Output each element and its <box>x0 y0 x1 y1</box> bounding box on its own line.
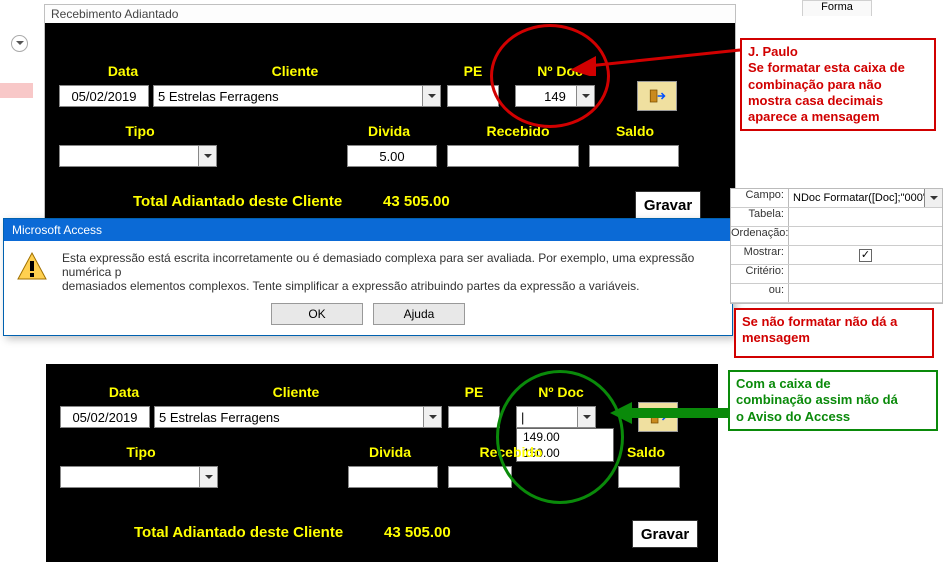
pe-field[interactable] <box>448 406 500 428</box>
data-field[interactable]: 05/02/2019 <box>60 406 150 428</box>
label-pe: PE <box>454 384 494 400</box>
chevron-down-icon[interactable] <box>422 86 440 106</box>
qlabel-ordenacao: Ordenação: <box>731 227 789 245</box>
qlabel-mostrar: Mostrar: <box>731 246 789 264</box>
saldo-field[interactable] <box>618 466 680 488</box>
saldo-field[interactable] <box>589 145 679 167</box>
qlabel-criterio: Critério: <box>731 265 789 283</box>
chevron-down-icon[interactable] <box>924 189 942 207</box>
cliente-value: 5 Estrelas Ferragens <box>158 89 279 104</box>
gravar-button[interactable]: Gravar <box>632 520 698 548</box>
door-arrow-icon <box>648 87 666 105</box>
label-data: Data <box>83 63 163 79</box>
cliente-combo[interactable]: 5 Estrelas Ferragens <box>154 406 442 428</box>
campo-value: NDoc Formatar([Doc];"000") <box>793 192 930 204</box>
red-arrow <box>570 36 745 76</box>
dialog-text-line1: Esta expressão está escrita incorretamen… <box>62 251 720 279</box>
label-tipo: Tipo <box>106 444 176 460</box>
label-saldo: Saldo <box>616 444 676 460</box>
label-cliente: Cliente <box>235 63 355 79</box>
annotation-red-top: J. Paulo Se formatar esta caixa de combi… <box>740 38 936 131</box>
ok-button[interactable]: OK <box>271 303 363 325</box>
label-divida: Divida <box>349 123 429 139</box>
checkbox-checked-icon[interactable] <box>859 249 872 262</box>
access-warning-dialog: Microsoft Access Esta expressão está esc… <box>3 218 733 336</box>
chevron-down-icon[interactable] <box>198 146 216 166</box>
recebido-field[interactable] <box>447 145 579 167</box>
label-data: Data <box>84 384 164 400</box>
gravar-button[interactable]: Gravar <box>635 191 701 219</box>
divida-field[interactable] <box>348 466 438 488</box>
green-arrow <box>610 400 732 428</box>
total-label: Total Adiantado deste Cliente <box>133 193 342 210</box>
warning-icon <box>16 251 48 283</box>
dialog-title: Microsoft Access <box>4 219 732 241</box>
mostrar-checkbox-cell[interactable] <box>789 246 942 264</box>
annotation-green: Com a caixa de combinação assim não dá o… <box>728 370 938 431</box>
label-divida: Divida <box>350 444 430 460</box>
tipo-combo[interactable] <box>60 466 218 488</box>
recebido-field[interactable] <box>448 466 512 488</box>
total-value: 43 505.00 <box>383 193 450 210</box>
divida-field[interactable]: 5.00 <box>347 145 437 167</box>
qlabel-ou: ou: <box>731 284 789 302</box>
label-cliente: Cliente <box>236 384 356 400</box>
data-field[interactable]: 05/02/2019 <box>59 85 149 107</box>
chevron-down-icon[interactable] <box>423 407 441 427</box>
total-value: 43 505.00 <box>384 524 451 541</box>
record-selector-highlight <box>0 83 33 98</box>
qlabel-tabela: Tabela: <box>731 208 789 226</box>
format-tab[interactable]: Forma <box>802 0 872 16</box>
open-record-button[interactable] <box>637 81 677 111</box>
label-pe: PE <box>453 63 493 79</box>
dialog-text-line2: demasiados elementos complexos. Tente si… <box>62 279 720 293</box>
window-title: Recebimento Adiantado <box>45 5 735 23</box>
total-label: Total Adiantado deste Cliente <box>134 524 343 541</box>
help-button[interactable]: Ajuda <box>373 303 465 325</box>
annotation-red-middle: Se não formatar não dá a mensagem <box>734 308 934 358</box>
qlabel-campo: Campo: <box>731 189 789 207</box>
query-design-grid: Campo: NDoc Formatar([Doc];"000") Tabela… <box>730 188 943 304</box>
cliente-combo[interactable]: 5 Estrelas Ferragens <box>153 85 441 107</box>
chevron-down-icon[interactable] <box>199 467 217 487</box>
campo-cell[interactable]: NDoc Formatar([Doc];"000") <box>789 189 942 207</box>
tipo-combo[interactable] <box>59 145 217 167</box>
green-circle-ndoc <box>496 370 624 504</box>
ribbon-expand-button[interactable] <box>11 35 28 52</box>
label-tipo: Tipo <box>105 123 175 139</box>
label-saldo: Saldo <box>605 123 665 139</box>
